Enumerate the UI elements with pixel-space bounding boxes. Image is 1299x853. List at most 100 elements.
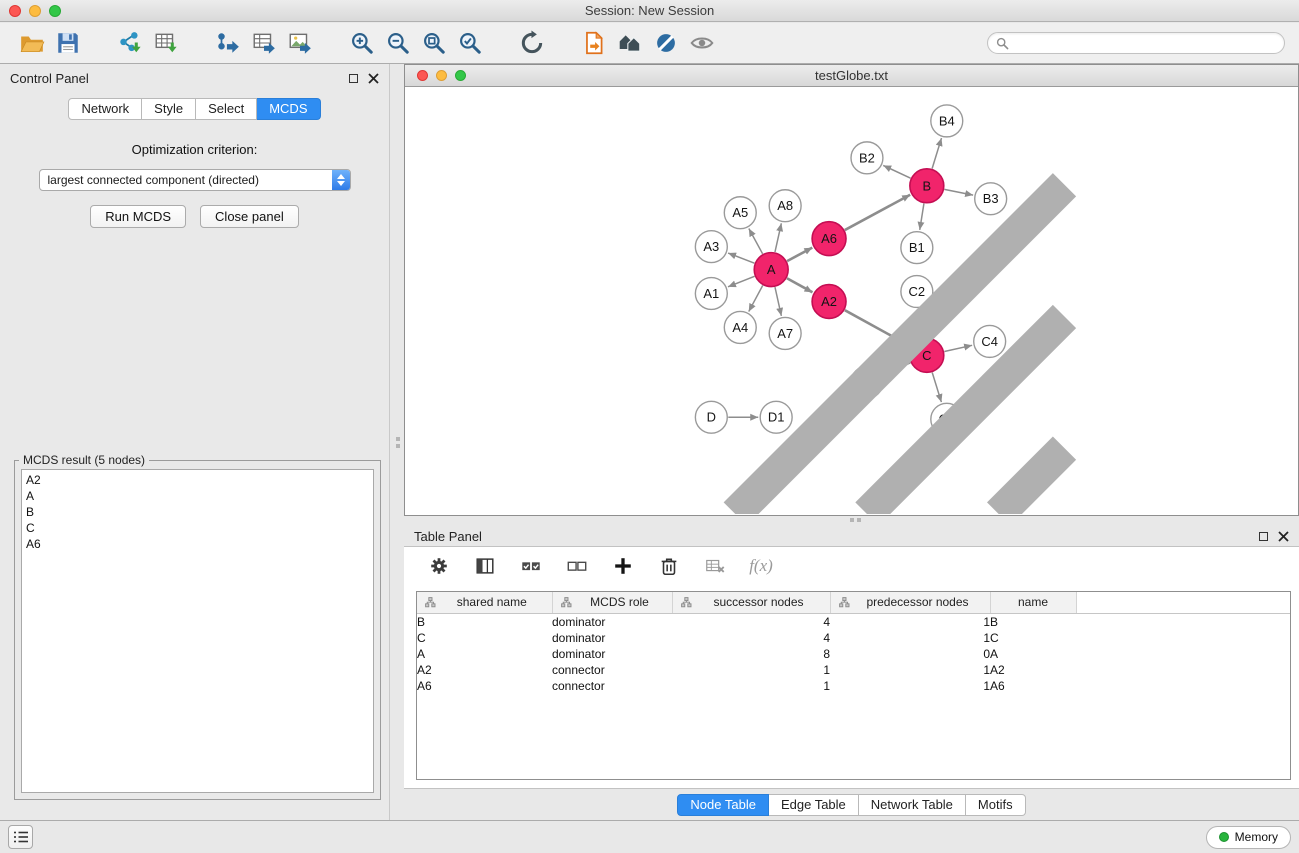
table-float-panel-icon[interactable] xyxy=(1259,532,1268,541)
delete-table-button[interactable] xyxy=(700,551,730,581)
mcds-result-list[interactable]: A2ABCA6 xyxy=(21,469,374,793)
table-row[interactable]: Bdominator41B xyxy=(417,613,1290,630)
zoom-fit-button[interactable] xyxy=(416,26,452,60)
column-header-successor-nodes[interactable]: successor nodes xyxy=(672,592,830,613)
tab-network[interactable]: Network xyxy=(68,98,142,120)
export-table-button[interactable] xyxy=(246,26,282,60)
open-file-button[interactable] xyxy=(14,26,50,60)
run-mcds-button[interactable]: Run MCDS xyxy=(90,205,186,228)
close-panel-button[interactable]: Close panel xyxy=(200,205,299,228)
import-network-from-file-button[interactable] xyxy=(112,26,148,60)
function-builder-button[interactable]: f(x) xyxy=(746,551,776,581)
table-row[interactable]: A2connector11A2 xyxy=(417,662,1290,678)
zoom-fit-icon xyxy=(421,30,447,56)
select-all-icon xyxy=(520,555,542,577)
gear-icon xyxy=(428,555,450,577)
delete-table-icon xyxy=(704,555,726,577)
export-image-icon xyxy=(287,30,313,56)
tab-node-table[interactable]: Node Table xyxy=(677,794,769,816)
result-item[interactable]: C xyxy=(26,520,369,536)
table-cell: A2 xyxy=(417,662,552,678)
optimization-criterion-label: Optimization criterion: xyxy=(0,142,389,157)
zoom-out-button[interactable] xyxy=(380,26,416,60)
table-toolbar: f(x) xyxy=(404,547,1299,585)
memory-label: Memory xyxy=(1235,830,1278,844)
network-window-title: testGlobe.txt xyxy=(405,68,1298,83)
table-tabs: Node Table Edge Table Network Table Moti… xyxy=(404,794,1299,816)
control-panel: Control Panel Network Style Select MCDS … xyxy=(0,64,390,820)
delete-column-button[interactable] xyxy=(654,551,684,581)
network-window: testGlobe.txt B4B2BB3A5A8A6A3B1AC2A1A2A4… xyxy=(404,64,1299,516)
result-item[interactable]: A6 xyxy=(26,536,369,552)
import-network-icon xyxy=(117,30,143,56)
zoom-out-icon xyxy=(385,30,411,56)
table-panel-title: Table Panel xyxy=(414,529,482,544)
hide-selected-icon xyxy=(653,30,679,56)
save-session-button[interactable] xyxy=(50,26,86,60)
refresh-icon xyxy=(519,30,545,56)
result-item[interactable]: B xyxy=(26,504,369,520)
table-cell: dominator xyxy=(552,646,672,662)
table-panel: Table Panel xyxy=(404,522,1299,815)
result-item[interactable]: A xyxy=(26,488,369,504)
criterion-select[interactable]: largest connected component (directed) xyxy=(39,169,351,191)
show-all-button[interactable] xyxy=(684,26,720,60)
table-cell: A xyxy=(990,646,1076,662)
select-all-button[interactable] xyxy=(516,551,546,581)
zoom-selected-button[interactable] xyxy=(452,26,488,60)
column-header-mcds-role[interactable]: MCDS role xyxy=(552,592,672,613)
tab-select[interactable]: Select xyxy=(196,98,257,120)
vertical-splitter-handle[interactable] xyxy=(394,429,401,455)
create-column-button[interactable] xyxy=(608,551,638,581)
save-icon xyxy=(55,30,81,56)
session-document-icon xyxy=(581,30,607,56)
node-table-container[interactable]: shared name MCDS role xyxy=(416,591,1291,780)
deselect-all-icon xyxy=(566,555,588,577)
table-row[interactable]: A6connector11A6 xyxy=(417,678,1290,694)
memory-status-icon xyxy=(1219,832,1229,842)
tab-motifs[interactable]: Motifs xyxy=(966,794,1026,816)
mcds-result-group: MCDS result (5 nodes) A2ABCA6 xyxy=(14,453,381,800)
export-image-button[interactable] xyxy=(282,26,318,60)
tab-network-table[interactable]: Network Table xyxy=(859,794,966,816)
float-panel-icon[interactable] xyxy=(349,74,358,83)
network-canvas[interactable]: B4B2BB3A5A8A6A3B1AC2A1A2A4A7C4CC1DD1C3 xyxy=(405,87,1298,515)
column-header-predecessor-nodes[interactable]: predecessor nodes xyxy=(830,592,990,613)
table-cell: A6 xyxy=(990,678,1076,694)
hide-selected-button[interactable] xyxy=(648,26,684,60)
resize-grip-icon[interactable] xyxy=(404,86,1297,514)
tab-mcds[interactable]: MCDS xyxy=(257,98,320,120)
column-type-icon xyxy=(561,597,572,608)
task-history-button[interactable] xyxy=(8,825,33,849)
column-header-filler xyxy=(1076,592,1290,613)
zoom-in-button[interactable] xyxy=(344,26,380,60)
open-session-file-button[interactable] xyxy=(576,26,612,60)
first-neighbors-button[interactable] xyxy=(612,26,648,60)
refresh-layout-button[interactable] xyxy=(514,26,550,60)
close-panel-icon[interactable] xyxy=(368,73,379,84)
table-row[interactable]: Cdominator41C xyxy=(417,630,1290,646)
table-cell: C xyxy=(990,630,1076,646)
search-input[interactable] xyxy=(1014,36,1276,50)
tab-edge-table[interactable]: Edge Table xyxy=(769,794,859,816)
memory-button[interactable]: Memory xyxy=(1206,826,1291,849)
column-type-icon xyxy=(839,597,850,608)
column-header-name[interactable]: name xyxy=(990,592,1076,613)
show-columns-button[interactable] xyxy=(470,551,500,581)
table-row[interactable]: Adominator80A xyxy=(417,646,1290,662)
tab-style[interactable]: Style xyxy=(142,98,196,120)
result-item[interactable]: A2 xyxy=(26,472,369,488)
export-network-icon xyxy=(215,30,241,56)
table-close-panel-icon[interactable] xyxy=(1278,531,1289,542)
table-settings-button[interactable] xyxy=(424,551,454,581)
table-cell: dominator xyxy=(552,630,672,646)
table-cell: A2 xyxy=(990,662,1076,678)
column-header-shared-name[interactable]: shared name xyxy=(417,592,552,613)
plus-icon xyxy=(612,555,634,577)
table-cell: connector xyxy=(552,678,672,694)
table-cell: 4 xyxy=(672,613,830,630)
search-field[interactable] xyxy=(987,32,1285,54)
deselect-all-button[interactable] xyxy=(562,551,592,581)
export-network-button[interactable] xyxy=(210,26,246,60)
import-table-from-file-button[interactable] xyxy=(148,26,184,60)
